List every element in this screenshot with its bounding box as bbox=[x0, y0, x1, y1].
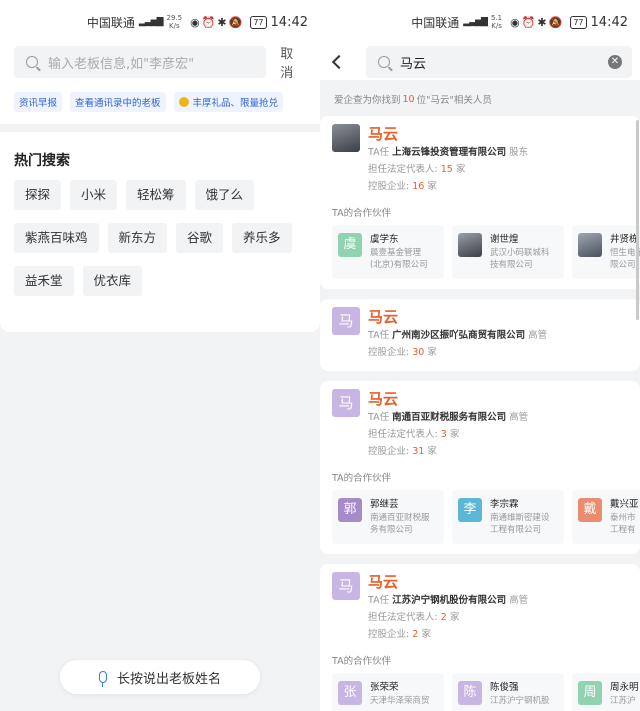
legal-rep-line: 担任法定代表人: 3 家 bbox=[368, 429, 460, 440]
news-link[interactable]: 资讯早报 bbox=[14, 92, 63, 112]
hot-item[interactable]: 探探 bbox=[14, 180, 62, 210]
partner-avatar: 虞 bbox=[338, 233, 362, 257]
signal-icon: ▂▃▅▇ bbox=[138, 17, 164, 27]
partner-list: 郭 郭继芸 南通百亚财税服 务有限公司 李 李宗霖 南通维斯密建设 工程有限公司 戴 戴… bbox=[332, 490, 640, 544]
coin-icon bbox=[178, 97, 189, 107]
role-line: TA任 江苏沪宁钢机股份有限公司 高管 bbox=[368, 595, 529, 606]
avatar: 马 bbox=[332, 389, 360, 417]
carrier-name: 中国联通 bbox=[411, 15, 460, 30]
hot-search-section: 热门搜索 探探 小米 轻松筹 饿了么 紫燕百味鸡 新东方 谷歌 养乐多 益禾堂 … bbox=[0, 132, 320, 332]
status-icons: ◉⏰✱🔕 bbox=[190, 15, 245, 29]
avatar: 马 bbox=[332, 572, 360, 600]
partner-avatar: 张 bbox=[338, 681, 362, 705]
hot-item[interactable]: 饿了么 bbox=[194, 180, 255, 210]
search-icon bbox=[378, 56, 390, 68]
partner-avatar: 周 bbox=[578, 681, 602, 705]
hot-search-screen: 中国联通 ▂▃▅▇ 29.5 K/s ◉⏰✱🔕 77 14:42 输入老板信息,如… bbox=[0, 0, 320, 711]
person-card[interactable]: 马 马云 TA任 广州南沙区振吖弘商贸有限公司 高管 控股企业: 30 家 bbox=[320, 299, 640, 371]
search-icon bbox=[26, 56, 38, 68]
clock: 14:42 bbox=[270, 14, 308, 30]
person-name[interactable]: 马云 bbox=[368, 572, 528, 592]
partner-avatar: 陈 bbox=[458, 681, 482, 705]
search-query: 马云 bbox=[400, 56, 427, 72]
avatar: 马 bbox=[332, 307, 360, 335]
role-line: TA任 南通百亚财税服务有限公司 高管 bbox=[368, 412, 529, 423]
battery-icon: 77 bbox=[570, 15, 587, 29]
partner-card[interactable]: 周 周永明 江苏沪 bbox=[572, 673, 640, 711]
partner-title: TA的合作伙伴 bbox=[332, 208, 392, 219]
person-name[interactable]: 马云 bbox=[368, 124, 528, 144]
partner-card[interactable]: 戴 戴兴亚 泰州市 工程有 bbox=[572, 490, 640, 544]
status-bar: 中国联通 ▂▃▅▇ 5.1 K/s ◉⏰✱🔕 77 14:42 bbox=[320, 0, 640, 44]
partner-card[interactable]: 井贤栋恒生电子限公司 bbox=[572, 225, 640, 279]
holdings-line: 控股企业: 16 家 bbox=[368, 181, 437, 192]
legal-rep-line: 担任法定代表人: 15 家 bbox=[368, 164, 466, 175]
partner-avatar: 郭 bbox=[338, 498, 362, 522]
search-placeholder: 输入老板信息,如"李彦宏" bbox=[48, 56, 195, 72]
hot-item[interactable]: 益禾堂 bbox=[14, 266, 74, 296]
person-card[interactable]: 马 马云 TA任 江苏沪宁钢机股份有限公司 高管 担任法定代表人: 2 家 控股… bbox=[320, 564, 640, 711]
partner-avatar: 李 bbox=[458, 498, 482, 522]
person-name[interactable]: 马云 bbox=[368, 307, 547, 327]
partner-card[interactable]: 陈 陈俊强 江苏沪宁钢机股 bbox=[452, 673, 564, 711]
result-summary: 爱企查为你找到 10 位"马云"相关人员 bbox=[334, 93, 492, 107]
partner-avatar: 戴 bbox=[578, 498, 602, 522]
network-speed: 5.1 K/s bbox=[490, 14, 503, 30]
search-bar: 马云 ✕ bbox=[320, 44, 640, 80]
hot-search-list: 探探 小米 轻松筹 饿了么 紫燕百味鸡 新东方 谷歌 养乐多 益禾堂 优衣库 bbox=[14, 180, 306, 296]
role-line: TA任 上海云锋投资管理有限公司 股东 bbox=[368, 147, 529, 158]
gifts-link[interactable]: 丰厚礼品、限量抢兑 bbox=[173, 92, 284, 112]
hot-item[interactable]: 小米 bbox=[70, 180, 118, 210]
role-line: TA任 广州南沙区振吖弘商贸有限公司 高管 bbox=[368, 330, 548, 341]
holdings-line: 控股企业: 31 家 bbox=[368, 446, 437, 457]
partner-avatar bbox=[458, 233, 482, 257]
result-count: 10 bbox=[402, 93, 415, 105]
carrier-name: 中国联通 bbox=[86, 15, 135, 30]
search-bar: 输入老板信息,如"李彦宏" 取消 bbox=[0, 43, 320, 81]
microphone-icon bbox=[98, 671, 107, 687]
partner-list: 张 张荣荣 天津华泽荣商贸 陈 陈俊强 江苏沪宁钢机股 周 周永明 江苏沪 bbox=[332, 673, 640, 711]
hot-search-title: 热门搜索 bbox=[14, 153, 70, 169]
holdings-line: 控股企业: 30 家 bbox=[368, 347, 437, 358]
partner-avatar bbox=[578, 233, 602, 257]
partner-card[interactable]: 谢世煌 武汉小码联城科 技有限公司 bbox=[452, 225, 564, 279]
partner-card[interactable]: 张 张荣荣 天津华泽荣商贸 bbox=[332, 673, 444, 711]
search-results-screen: 中国联通 ▂▃▅▇ 5.1 K/s ◉⏰✱🔕 77 14:42 马云 ✕ 爱企查为… bbox=[320, 0, 640, 711]
search-input[interactable]: 输入老板信息,如"李彦宏" bbox=[14, 46, 267, 78]
hot-item[interactable]: 轻松筹 bbox=[126, 180, 186, 210]
person-card[interactable]: 马云 TA任 上海云锋投资管理有限公司 股东 担任法定代表人: 15 家 控股企… bbox=[320, 116, 640, 289]
avatar bbox=[332, 124, 360, 152]
status-bar: 中国联通 ▂▃▅▇ 29.5 K/s ◉⏰✱🔕 77 14:42 bbox=[0, 0, 320, 44]
back-icon[interactable] bbox=[331, 54, 347, 70]
partner-list: 虞 虞学东 晨壹基金管理 (北京)有限公司 谢世煌 武汉小码联城科 技有限公司 井贤栋恒… bbox=[332, 225, 640, 279]
clear-icon[interactable]: ✕ bbox=[608, 55, 622, 69]
contacts-boss-link[interactable]: 查看通讯录中的老板 bbox=[70, 92, 166, 112]
hot-item[interactable]: 谷歌 bbox=[176, 223, 224, 253]
battery-icon: 77 bbox=[250, 15, 267, 29]
clock: 14:42 bbox=[590, 14, 628, 30]
partner-card[interactable]: 郭 郭继芸 南通百亚财税服 务有限公司 bbox=[332, 490, 444, 544]
network-speed: 29.5 K/s bbox=[166, 14, 183, 30]
hot-item[interactable]: 紫燕百味鸡 bbox=[14, 223, 99, 253]
hot-item[interactable]: 养乐多 bbox=[232, 223, 292, 253]
person-card[interactable]: 马 马云 TA任 南通百亚财税服务有限公司 高管 担任法定代表人: 3 家 控股… bbox=[320, 381, 640, 554]
hot-item[interactable]: 新东方 bbox=[107, 223, 168, 253]
hot-item[interactable]: 优衣库 bbox=[82, 266, 143, 296]
partner-card[interactable]: 李 李宗霖 南通维斯密建设 工程有限公司 bbox=[452, 490, 564, 544]
legal-rep-line: 担任法定代表人: 2 家 bbox=[368, 612, 460, 623]
scrollbar[interactable] bbox=[636, 120, 639, 320]
partner-title: TA的合作伙伴 bbox=[332, 656, 392, 667]
status-icons: ◉⏰✱🔕 bbox=[510, 15, 565, 29]
holdings-line: 控股企业: 2 家 bbox=[368, 629, 431, 640]
partner-title: TA的合作伙伴 bbox=[332, 473, 392, 484]
cancel-button[interactable]: 取消 bbox=[280, 43, 306, 81]
signal-icon: ▂▃▅▇ bbox=[463, 17, 488, 27]
quick-links: 资讯早报 查看通讯录中的老板 丰厚礼品、限量抢兑 bbox=[0, 80, 320, 124]
voice-search-button[interactable]: 长按说出老板姓名 bbox=[60, 660, 260, 694]
partner-card[interactable]: 虞 虞学东 晨壹基金管理 (北京)有限公司 bbox=[332, 225, 444, 279]
voice-label: 长按说出老板姓名 bbox=[116, 671, 221, 687]
search-input[interactable]: 马云 ✕ bbox=[366, 46, 632, 78]
person-name[interactable]: 马云 bbox=[368, 389, 528, 409]
